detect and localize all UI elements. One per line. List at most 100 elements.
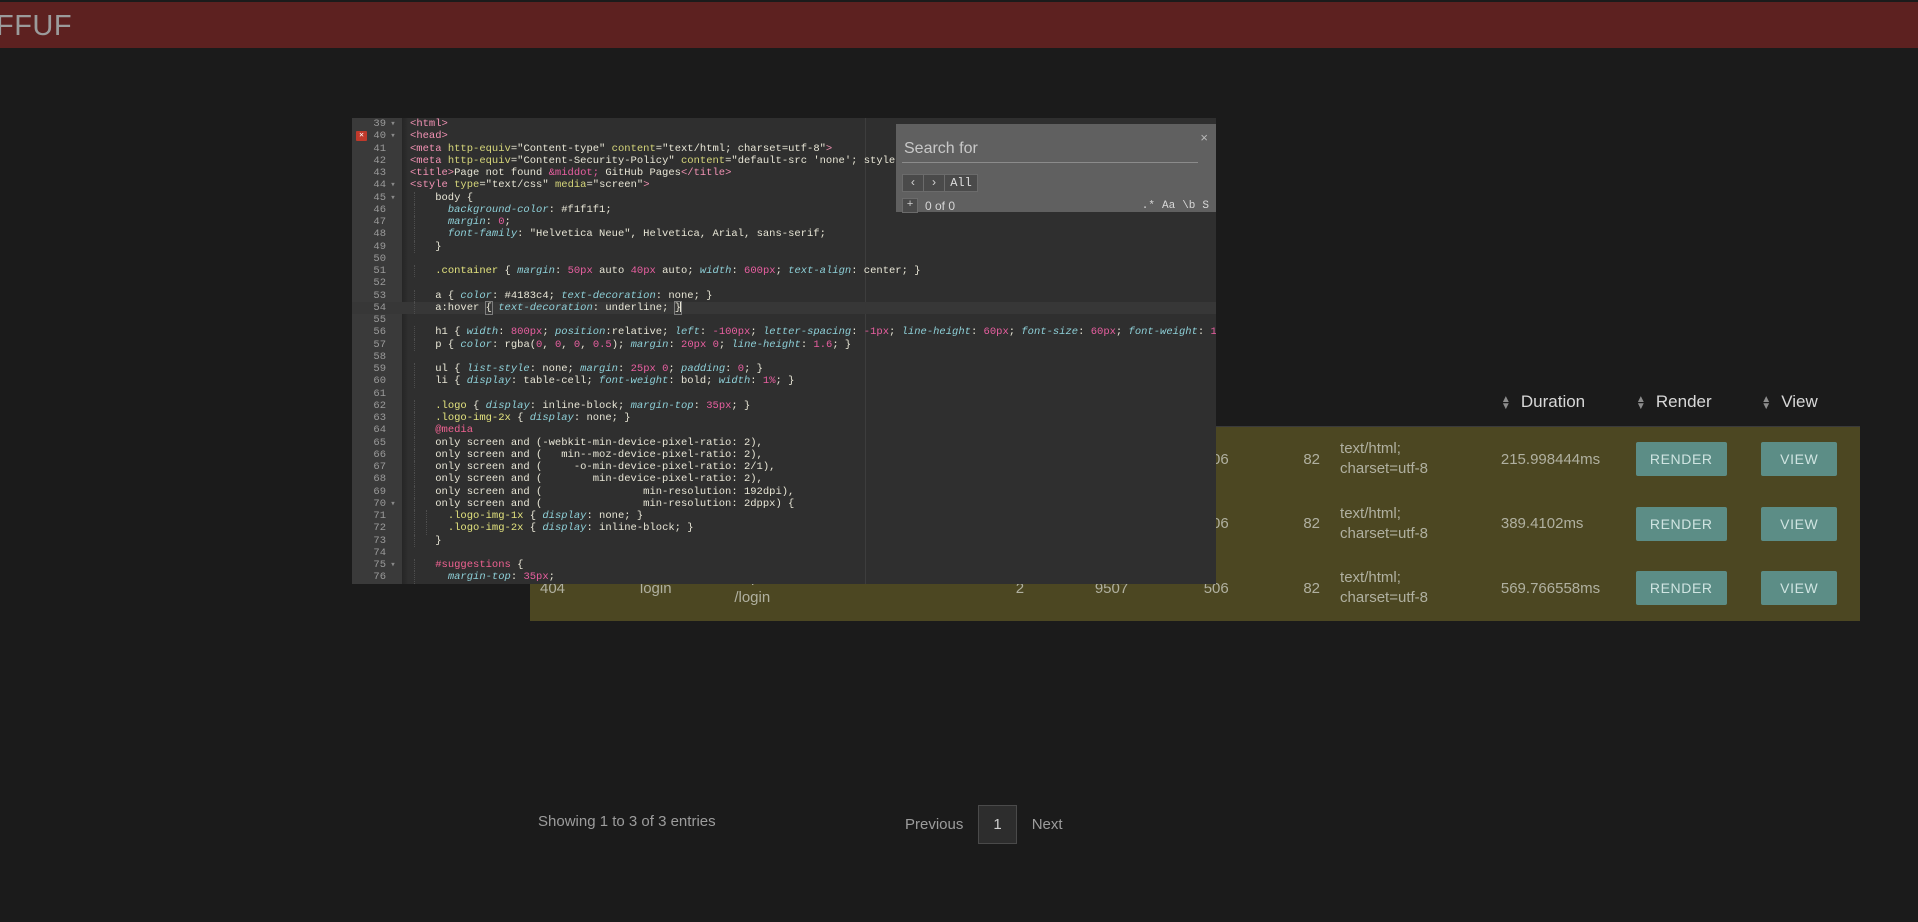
code-token: margin [630, 338, 669, 351]
code-line-58[interactable]: 58 [352, 351, 1216, 363]
code-line-71[interactable]: 71 .logo-img-1x { display: none; } [352, 510, 1216, 523]
code-token: : [693, 399, 707, 412]
code-token: .logo [435, 399, 467, 412]
fold-widget-icon[interactable]: ▾ [388, 179, 398, 191]
code-line-66[interactable]: 66 only screen and ( min--moz-device-pix… [352, 448, 1216, 461]
case-sensitive-toggle[interactable]: Aa [1161, 200, 1176, 212]
code-token: text-decoration [498, 301, 593, 314]
view-button[interactable]: VIEW [1761, 506, 1838, 541]
code-token: , [561, 338, 574, 351]
code-line-65[interactable]: 65 only screen and (-webkit-min-device-p… [352, 436, 1216, 449]
code-line-53[interactable]: 53 a { color: #4183c4; text-decoration: … [352, 289, 1216, 302]
search-input[interactable] [902, 138, 1198, 163]
line-number: 76 [373, 571, 386, 584]
fold-widget-icon[interactable]: ▾ [388, 559, 398, 571]
code-line-69[interactable]: 69 only screen and ( min-resolution: 192… [352, 485, 1216, 498]
search-in-selection-toggle[interactable]: S [1201, 200, 1210, 212]
code-token: margin [580, 363, 618, 375]
toggle-replace-button[interactable]: + [902, 198, 918, 213]
regex-toggle[interactable]: .* [1141, 200, 1156, 212]
render-button[interactable]: RENDER [1635, 442, 1727, 477]
code-token: padding [681, 363, 726, 375]
code-token: p { [410, 338, 461, 351]
code-line-64[interactable]: 64 @media [352, 424, 1216, 437]
find-next-button[interactable]: › [923, 174, 945, 192]
cell-content-type: text/html; charset=utf-8 [1330, 492, 1491, 557]
code-token: : center; } [851, 265, 921, 277]
code-token: px [529, 326, 543, 339]
code-token: width [718, 375, 751, 388]
code-line-74[interactable]: 74 [352, 547, 1216, 559]
pagination-previous[interactable]: Previous [890, 805, 978, 844]
code-line-49[interactable]: 49 } [352, 240, 1216, 253]
code-line-52[interactable]: 52 [352, 277, 1216, 289]
code-token: margin [517, 265, 555, 277]
code-text: a { color: #4183c4; text-decoration: non… [410, 290, 712, 302]
fold-widget-icon[interactable]: ▾ [388, 118, 398, 130]
code-token: { [523, 522, 543, 535]
code-token: , [580, 338, 593, 351]
code-token: a { [410, 289, 461, 302]
code-line-75[interactable]: 75 ▾ #suggestions { [352, 559, 1216, 572]
code-token: : [800, 338, 814, 351]
render-button[interactable]: RENDER [1635, 506, 1727, 541]
pagination-page-1[interactable]: 1 [978, 805, 1017, 844]
code-line-76[interactable]: 76 margin-top: 35px; [352, 571, 1216, 584]
line-number: 46 [373, 203, 386, 216]
code-line-48[interactable]: 48 font-family: "Helvetica Neue", Helvet… [352, 228, 1216, 241]
code-token: px [643, 265, 656, 277]
code-line-68[interactable]: 68 only screen and ( min-device-pixel-ra… [352, 473, 1216, 486]
code-token: color [460, 289, 492, 302]
code-line-60[interactable]: 60 li { display: table-cell; font-weight… [352, 375, 1216, 388]
close-icon[interactable]: × [1200, 130, 1208, 145]
code-token: -1 [863, 326, 877, 339]
code-token: </title> [680, 167, 732, 179]
code-token: li { [410, 375, 467, 388]
code-line-56[interactable]: 56 h1 { width: 800px; position:relative;… [352, 326, 1216, 339]
code-line-61[interactable]: 61 [352, 388, 1216, 400]
code-line-70[interactable]: 70 ▾ only screen and ( min-resolution: 2d… [352, 497, 1216, 510]
code-token: head [416, 130, 442, 143]
find-previous-button[interactable]: ‹ [902, 174, 924, 192]
code-line-63[interactable]: 63 .logo-img-2x { display: none; } [352, 412, 1216, 425]
column-header-render[interactable]: ▲ ▼ Render [1625, 378, 1752, 427]
whole-word-toggle[interactable]: \b [1181, 200, 1196, 212]
code-line-50[interactable]: 50 [352, 253, 1216, 265]
fold-widget-icon[interactable]: ▾ [388, 192, 398, 204]
code-line-47[interactable]: 47 margin: 0; [352, 216, 1216, 229]
code-line-59[interactable]: 59 ul { list-style: none; margin: 25px 0… [352, 363, 1216, 376]
render-button[interactable]: RENDER [1635, 571, 1727, 606]
code-token: display [529, 412, 574, 424]
line-number: 50 [373, 252, 386, 265]
code-line-57[interactable]: 57 p { color: rgba(0, 0, 0, 0.5); margin… [352, 338, 1216, 351]
code-text: @media [410, 424, 473, 436]
column-header-duration[interactable]: ▲ ▼ Duration [1490, 378, 1626, 427]
code-line-73[interactable]: 73 } [352, 534, 1216, 547]
code-token: ; [548, 571, 555, 584]
fold-widget-icon[interactable]: ▾ [388, 498, 398, 510]
code-line-54[interactable]: 54 a:hover { text-decoration: underline;… [352, 300, 1216, 315]
cell-content-type: text/html; charset=utf-8 [1330, 427, 1491, 492]
cell-view: VIEW [1751, 492, 1860, 557]
column-header-view[interactable]: ▲ ▼ View [1751, 378, 1860, 427]
view-button[interactable]: VIEW [1761, 571, 1838, 606]
code-line-55[interactable]: 55 [352, 314, 1216, 326]
code-line-51[interactable]: 51 .container { margin: 50px auto 40px a… [352, 265, 1216, 278]
fold-widget-icon[interactable]: ▾ [388, 130, 398, 142]
code-text: body { [410, 192, 473, 204]
code-token: ; [542, 326, 555, 339]
code-line-67[interactable]: 67 only screen and ( -o-min-device-pixel… [352, 461, 1216, 474]
code-token: px [580, 265, 593, 277]
find-all-button[interactable]: All [944, 174, 978, 192]
code-token: { [523, 510, 543, 522]
cell-content-type-line2: charset=utf-8 [1340, 524, 1428, 542]
code-token: content [611, 142, 656, 155]
view-button[interactable]: VIEW [1761, 442, 1838, 477]
code-line-62[interactable]: 62 .logo { display: inline-block; margin… [352, 399, 1216, 412]
find-replace-panel[interactable]: × ‹ › All + 0 of 0 .* Aa \b S [896, 124, 1216, 213]
pagination-next[interactable]: Next [1017, 805, 1078, 844]
code-line-72[interactable]: 72 .logo-img-2x { display: inline-block;… [352, 522, 1216, 535]
line-number: 59 [373, 363, 386, 375]
